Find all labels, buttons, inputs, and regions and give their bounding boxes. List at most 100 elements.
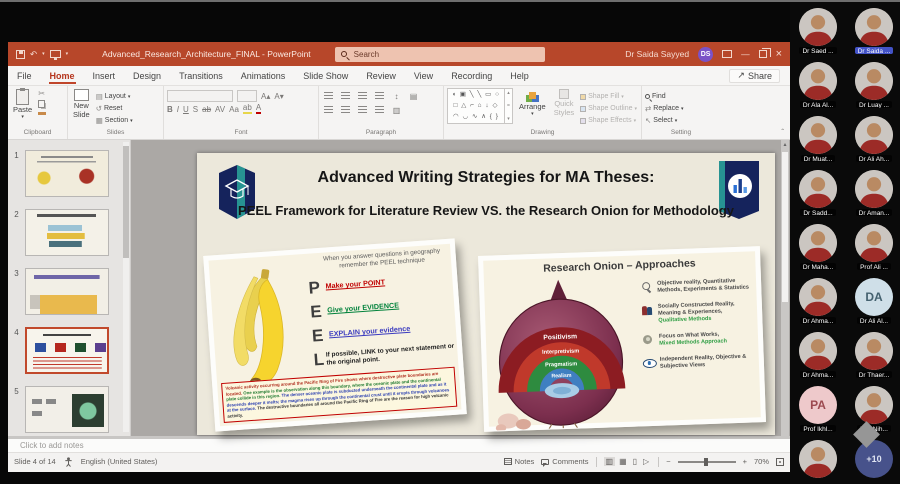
zoom-in-icon[interactable]: + [743, 458, 747, 466]
participant-tile[interactable]: Dr Maha... [793, 224, 843, 270]
section-button[interactable]: ▦Section▾ [96, 115, 133, 126]
slide-thumbnail[interactable]: 2 [8, 209, 130, 256]
comments-toggle[interactable]: Comments [541, 457, 588, 466]
customize-qat-icon[interactable]: ▾ [66, 52, 69, 57]
font-color-icon[interactable]: A [256, 104, 261, 114]
slide-thumbnail[interactable]: 5 [8, 386, 130, 433]
save-icon[interactable] [16, 50, 25, 59]
ribbon-display-options-icon[interactable] [722, 50, 732, 58]
bold-icon[interactable]: B [167, 105, 173, 114]
ribbon-tab[interactable]: Help [501, 68, 538, 83]
participant-tile[interactable]: Mrs Nih... [849, 386, 899, 432]
participant-tile[interactable]: PA Prof Ikhl... [793, 386, 843, 432]
participant-tile[interactable]: Dr Ahma... [793, 278, 843, 324]
share-button[interactable]: ↗ Share [729, 69, 780, 83]
ribbon-tab[interactable]: Slide Show [294, 68, 357, 83]
copy-icon[interactable] [38, 100, 45, 108]
participant-tile[interactable]: Prof Ali ... [849, 224, 899, 270]
slide-thumbnail[interactable]: 4 [8, 327, 130, 374]
decrease-indent-icon[interactable] [356, 90, 369, 102]
ribbon-tab[interactable]: Design [124, 68, 170, 83]
bullets-icon[interactable] [322, 90, 335, 102]
participant-tile[interactable]: Dr Saida ... [849, 8, 899, 54]
collapse-ribbon-icon[interactable]: ˆ [781, 128, 784, 137]
character-spacing-icon[interactable]: AV [215, 105, 225, 114]
paste-button[interactable]: Paste ▾ [11, 88, 34, 121]
participant-tile[interactable]: Dr Saed ... [793, 8, 843, 54]
slide-title-line2[interactable]: PEEL Framework for Literature Review VS.… [205, 203, 767, 218]
shape-outline-button[interactable]: Shape Outline▾ [580, 103, 637, 114]
cut-icon[interactable]: ✂ [38, 89, 46, 99]
ribbon-tab[interactable]: File [8, 68, 41, 83]
notes-toggle[interactable]: Notes [504, 457, 535, 466]
participant-tile[interactable]: Dr Ali Ah... [849, 116, 899, 162]
participant-tile[interactable]: +10 [849, 440, 899, 484]
slide-thumbnail[interactable]: 1 [8, 150, 130, 197]
accessibility-icon[interactable] [64, 457, 73, 467]
participant-tile[interactable]: Dr Ahma... [793, 332, 843, 378]
shape-effects-button[interactable]: Shape Effects▾ [580, 115, 637, 126]
quick-styles-button[interactable]: Quick Styles [552, 88, 576, 118]
arrange-button[interactable]: Arrange ▾ [517, 88, 548, 118]
reset-button[interactable]: ↺Reset [96, 103, 133, 114]
scroll-up-icon[interactable]: ▴ [781, 140, 789, 150]
font-size-box[interactable] [237, 90, 257, 102]
align-right-icon[interactable] [356, 104, 369, 116]
canvas-scrollbar[interactable]: ▴ [781, 140, 789, 436]
participant-tile[interactable]: DA Dr Ali Al... [849, 278, 899, 324]
language-indicator[interactable]: English (United States) [81, 457, 158, 466]
view-mode-icon[interactable]: ▦ [617, 457, 629, 466]
layout-button[interactable]: ▤Layout▾ [96, 91, 133, 102]
participant-tile[interactable]: Dr Muat... [793, 116, 843, 162]
peel-framework-card[interactable]: When you answer questions in geography r… [203, 238, 467, 431]
view-mode-icon[interactable]: ▯ [631, 457, 639, 466]
participant-tile[interactable]: Dr Luay ... [849, 62, 899, 108]
text-shadow-icon[interactable]: S [193, 105, 198, 114]
ribbon-tab[interactable]: Recording [442, 68, 501, 83]
slide-title-line1[interactable]: Advanced Writing Strategies for MA These… [267, 169, 705, 187]
ribbon-tab[interactable]: Home [41, 68, 84, 83]
new-slide-button[interactable]: New Slide [71, 88, 92, 120]
avatar[interactable]: DS [698, 47, 713, 62]
view-mode-icon[interactable]: ▷ [641, 457, 651, 466]
participant-tile[interactable] [793, 440, 843, 484]
zoom-slider[interactable] [678, 461, 736, 463]
format-painter-icon[interactable] [38, 112, 46, 115]
shrink-font-icon[interactable]: A▾ [274, 92, 283, 101]
numbering-icon[interactable] [339, 90, 352, 102]
slide-editor[interactable]: Advanced Writing Strategies for MA These… [197, 153, 775, 435]
shapes-gallery-scroll[interactable]: ▴=▾ [504, 89, 512, 123]
select-button[interactable]: ↖Select▾ [645, 115, 684, 126]
zoom-slider-knob[interactable] [704, 458, 708, 466]
signed-in-user[interactable]: Dr Saida Sayyed [625, 49, 689, 59]
grow-font-icon[interactable]: A▴ [261, 92, 270, 101]
change-case-icon[interactable]: Aa [229, 105, 239, 114]
strikethrough-icon[interactable]: ab [202, 105, 211, 114]
text-direction-icon[interactable]: ▤ [407, 90, 420, 102]
restore-button[interactable] [759, 50, 767, 58]
minimize-button[interactable]: — [741, 50, 750, 59]
line-spacing-icon[interactable]: ↕ [390, 90, 403, 102]
find-button[interactable]: Find [645, 91, 684, 102]
qat-caret-icon[interactable]: ▾ [42, 52, 45, 57]
ribbon-tab[interactable]: Insert [84, 68, 125, 83]
slide-thumbnail[interactable]: 3 [8, 268, 130, 315]
ribbon-tab[interactable]: Animations [232, 68, 295, 83]
highlight-color-icon[interactable]: ab [243, 104, 252, 114]
justify-icon[interactable] [373, 104, 386, 116]
ribbon-tab[interactable]: Transitions [170, 68, 232, 83]
shape-fill-button[interactable]: Shape Fill▾ [580, 91, 637, 102]
search-input[interactable] [352, 49, 539, 60]
slideshow-icon[interactable] [50, 50, 61, 58]
scrollbar-thumb[interactable] [782, 152, 788, 302]
underline-icon[interactable]: U [183, 105, 189, 114]
zoom-level[interactable]: 70% [754, 457, 769, 466]
columns-icon[interactable]: ▥ [390, 104, 403, 116]
undo-icon[interactable]: ↶ [30, 50, 37, 59]
participant-tile[interactable]: Dr Sadd... [793, 170, 843, 216]
research-onion-card[interactable]: Research Onion – Approaches [478, 246, 766, 432]
notes-pane[interactable]: Click to add notes [8, 436, 790, 452]
search-box[interactable] [335, 47, 545, 62]
ribbon-tab[interactable]: View [405, 68, 442, 83]
font-name-box[interactable] [167, 90, 233, 102]
